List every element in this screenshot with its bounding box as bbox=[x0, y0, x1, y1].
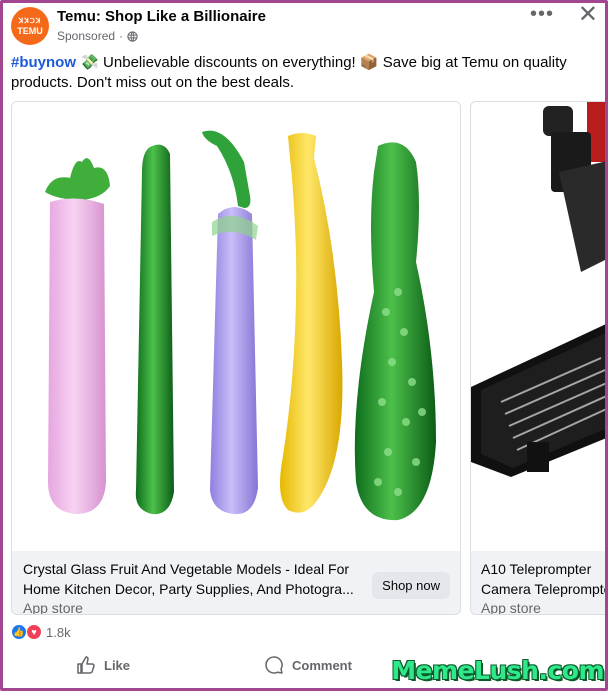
card-title-line2: Camera Teleprompter bbox=[481, 581, 608, 597]
like-button[interactable]: Like bbox=[76, 655, 130, 675]
watermark: MemeLush.com bbox=[391, 656, 604, 685]
reaction-summary[interactable]: 👍 ♥ 1.8k bbox=[11, 624, 71, 640]
shop-now-button[interactable]: Shop now bbox=[372, 572, 450, 599]
avatar-logo-main: TEMU bbox=[17, 25, 43, 36]
avatar-logo-top: ꓘꓘꓛꓘ bbox=[18, 17, 42, 25]
love-reaction-icon: ♥ bbox=[26, 624, 42, 640]
post-caption: #buynow 💸 Unbelievable discounts on ever… bbox=[11, 53, 591, 93]
product-image bbox=[471, 102, 608, 550]
caption-text: Unbelievable discounts on everything! bbox=[103, 54, 356, 71]
comment-icon bbox=[265, 656, 283, 674]
meta-separator: · bbox=[119, 29, 124, 43]
hashtag-link[interactable]: #buynow bbox=[11, 54, 76, 71]
avatar[interactable]: ꓘꓘꓛꓘ TEMU bbox=[11, 7, 49, 45]
globe-icon bbox=[127, 30, 138, 42]
carousel-card[interactable]: A10 Teleprompter Camera Teleprompter App… bbox=[470, 101, 608, 615]
card-source: App store bbox=[481, 600, 541, 615]
money-emoji-icon: 💸 bbox=[80, 54, 99, 71]
ad-carousel[interactable]: Crystal Glass Fruit And Vegetable Models… bbox=[11, 101, 608, 619]
more-icon[interactable]: ••• bbox=[530, 4, 554, 24]
comment-label: Comment bbox=[292, 657, 352, 673]
like-label: Like bbox=[104, 657, 131, 673]
sponsored-label[interactable]: Sponsored bbox=[57, 29, 115, 43]
card-title-line1: A10 Teleprompter bbox=[481, 561, 592, 577]
card-title-line2: Home Kitchen Decor, Party Supplies, And … bbox=[23, 581, 354, 597]
thumbs-up-icon bbox=[77, 656, 95, 674]
close-icon[interactable]: ✕ bbox=[578, 3, 598, 27]
product-image bbox=[12, 102, 460, 550]
card-source: App store bbox=[23, 600, 83, 615]
like-reaction-icon: 👍 bbox=[11, 624, 27, 640]
card-footer: A10 Teleprompter Camera Teleprompter App… bbox=[471, 551, 608, 614]
post-meta: Sponsored · bbox=[57, 29, 138, 43]
carousel-card[interactable]: Crystal Glass Fruit And Vegetable Models… bbox=[11, 101, 461, 615]
card-footer: Crystal Glass Fruit And Vegetable Models… bbox=[12, 551, 460, 614]
card-title-line1: Crystal Glass Fruit And Vegetable Models… bbox=[23, 561, 350, 577]
post-header: ꓘꓘꓛꓘ TEMU Temu: Shop Like a Billionaire … bbox=[11, 3, 598, 46]
box-emoji-icon: 📦 bbox=[359, 54, 379, 71]
page-name[interactable]: Temu: Shop Like a Billionaire bbox=[57, 8, 266, 25]
comment-button[interactable]: Comment bbox=[264, 655, 352, 675]
reaction-count: 1.8k bbox=[46, 624, 71, 640]
